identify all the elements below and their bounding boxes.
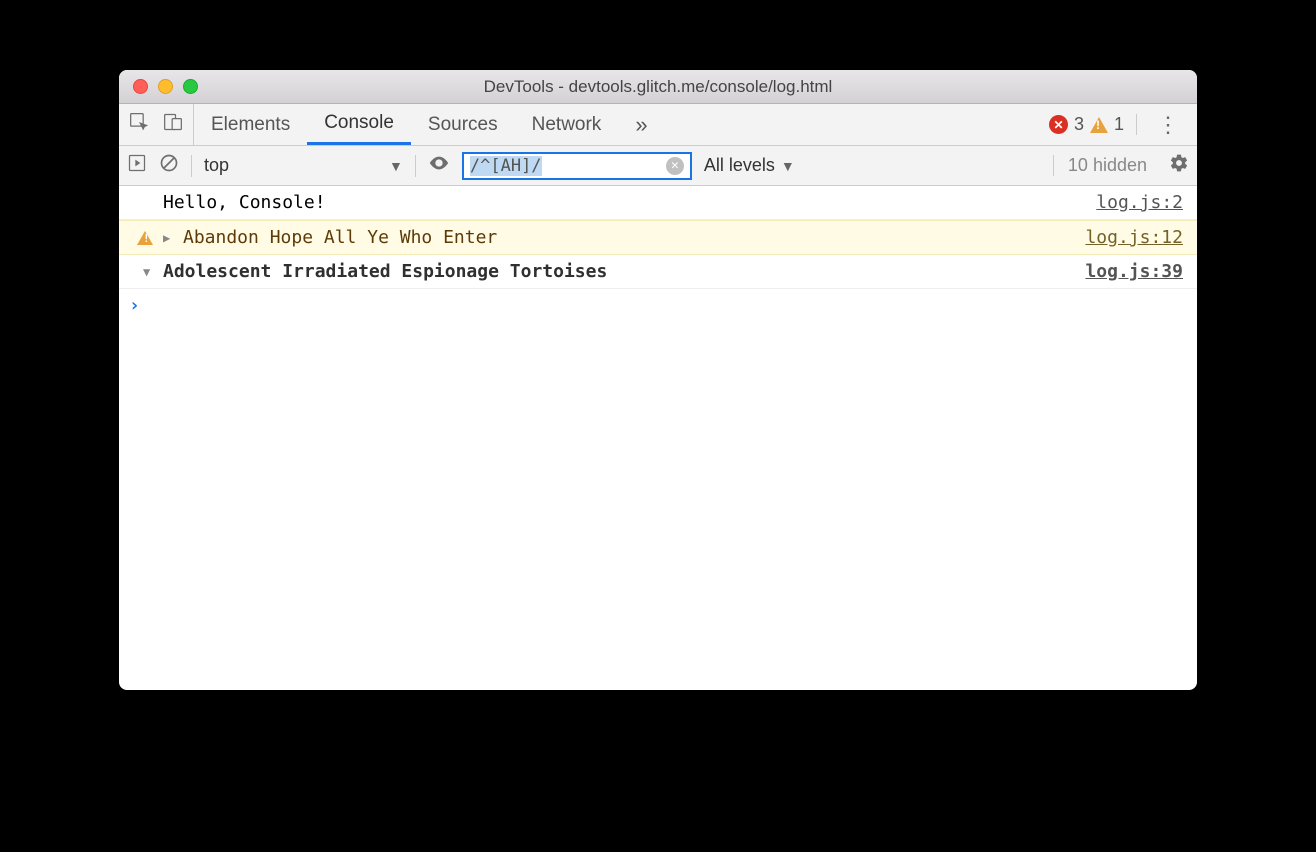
- log-row[interactable]: Hello, Console! log.js:2: [119, 186, 1197, 220]
- source-link[interactable]: log.js:2: [1096, 192, 1183, 213]
- window-title: DevTools - devtools.glitch.me/console/lo…: [119, 77, 1197, 97]
- log-message: Abandon Hope All Ye Who Enter: [183, 227, 1085, 248]
- execution-context-selector[interactable]: top ▼: [204, 155, 403, 176]
- clear-filter-icon[interactable]: ✕: [666, 157, 684, 175]
- log-row[interactable]: ▶ Abandon Hope All Ye Who Enter log.js:1…: [119, 220, 1197, 255]
- log-message: Adolescent Irradiated Espionage Tortoise…: [163, 261, 1085, 282]
- prompt-chevron-icon: ›: [129, 295, 140, 316]
- filter-input[interactable]: /^[AH]/ ✕: [462, 152, 692, 180]
- disclosure-closed-icon[interactable]: ▶: [163, 231, 175, 245]
- context-label: top: [204, 155, 229, 176]
- toggle-sidebar-icon[interactable]: [127, 153, 147, 178]
- separator: [191, 155, 192, 177]
- console-output: Hello, Console! log.js:2 ▶ Abandon Hope …: [119, 186, 1197, 690]
- warning-icon: [137, 231, 153, 245]
- close-window-button[interactable]: [133, 79, 148, 94]
- error-count: 3: [1074, 114, 1084, 135]
- disclosure-open-icon[interactable]: ▼: [143, 265, 155, 279]
- tab-console[interactable]: Console: [307, 104, 411, 145]
- console-prompt[interactable]: ›: [119, 289, 1197, 322]
- tab-elements[interactable]: Elements: [194, 104, 307, 145]
- create-live-expression-icon[interactable]: [428, 152, 450, 179]
- tab-network[interactable]: Network: [515, 104, 619, 145]
- clear-console-icon[interactable]: [159, 153, 179, 178]
- log-message: Hello, Console!: [163, 192, 1096, 213]
- source-link[interactable]: log.js:39: [1085, 261, 1183, 282]
- hidden-messages-label[interactable]: 10 hidden: [1053, 155, 1147, 176]
- chevron-down-icon: ▼: [389, 158, 403, 174]
- tabs-overflow-button[interactable]: »: [618, 104, 664, 145]
- error-badge-icon[interactable]: [1049, 115, 1068, 134]
- titlebar: DevTools - devtools.glitch.me/console/lo…: [119, 70, 1197, 104]
- warning-count: 1: [1114, 114, 1124, 135]
- tab-sources[interactable]: Sources: [411, 104, 515, 145]
- log-levels-selector[interactable]: All levels ▼: [704, 155, 795, 176]
- source-link[interactable]: log.js:12: [1085, 227, 1183, 248]
- more-options-button[interactable]: ⋮: [1145, 112, 1191, 138]
- chevron-down-icon: ▼: [781, 158, 795, 174]
- toggle-device-toolbar-icon[interactable]: [163, 112, 183, 138]
- log-row[interactable]: ▼ Adolescent Irradiated Espionage Tortoi…: [119, 255, 1197, 289]
- warning-badge-icon[interactable]: [1090, 117, 1108, 133]
- inspect-element-icon[interactable]: [129, 112, 149, 138]
- minimize-window-button[interactable]: [158, 79, 173, 94]
- levels-label: All levels: [704, 155, 775, 176]
- console-toolbar: top ▼ /^[AH]/ ✕ All levels ▼ 10 hidden: [119, 146, 1197, 186]
- console-settings-icon[interactable]: [1159, 153, 1189, 178]
- main-tabbar: Elements Console Sources Network » 3 1 ⋮: [119, 104, 1197, 146]
- separator: [415, 155, 416, 177]
- window-controls: [119, 79, 198, 94]
- maximize-window-button[interactable]: [183, 79, 198, 94]
- filter-value: /^[AH]/: [470, 156, 542, 176]
- devtools-window: DevTools - devtools.glitch.me/console/lo…: [119, 70, 1197, 690]
